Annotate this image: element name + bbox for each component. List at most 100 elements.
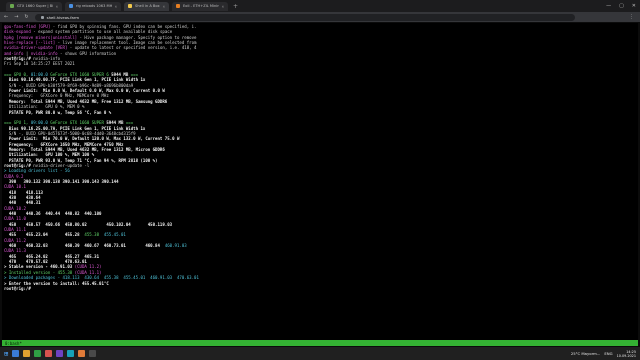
site-favicon-icon [69, 4, 73, 8]
browser-menu-icon[interactable]: ⋮ [629, 14, 634, 20]
terminal-text-segment: === GPU 1, [4, 120, 31, 126]
minimize-icon[interactable]: — [606, 3, 611, 9]
tab-title: Shell in A Box [135, 4, 160, 8]
terminal-text-segment: GeForce GTX 1660 SUPER 6 [47, 72, 112, 78]
lock-icon [40, 15, 44, 19]
terminal-text-segment: Power Limit: Min 0.0 W, Default 0.0 W, M… [4, 88, 153, 94]
terminal-text-segment: - expand system partition to use all ava… [30, 29, 173, 35]
terminal-text-segment: (CUDA 11.2) [74, 264, 102, 270]
browser-tab-active[interactable]: Shell in A Box × [124, 1, 170, 11]
terminal-text-segment: PSTATE P0, PWR 93.0 W, Temp 71 °C, Fan 9… [4, 157, 158, 163]
url-text: shell.hiveos.farm [46, 14, 80, 20]
taskbar-app-icon[interactable] [89, 350, 97, 357]
terminal-text-segment: - live image replacement tool. Image can… [55, 40, 197, 46]
tab-title: GTX 1660 Super | Bitcoin [17, 4, 53, 8]
terminal-text-segment: (CUDA 11.1) [74, 269, 102, 275]
window-controls: — ▢ ✕ [606, 0, 636, 12]
terminal-text-segment: CUDA 9.2 [4, 173, 24, 179]
terminal-text-segment: > Installed version - 455.38 [4, 269, 75, 275]
system-tray: 25°C Mayorm... ENG 14:25 10.09.2021 [571, 347, 636, 360]
terminal-text-segment: - Hive package manager. Specify option t… [77, 34, 197, 40]
taskbar-app-icon[interactable] [34, 350, 42, 357]
close-tab-icon[interactable]: × [163, 4, 165, 9]
terminal-text-segment: Memory: Total 5944 MB, Used 4632 MB, Fre… [4, 98, 168, 104]
terminal-text-segment: Utilization: GPU 100 %, MEM 100 % [4, 152, 95, 158]
terminal-text-segment: 460 460.32.03 460.39 460.67 460.73.01 46… [4, 243, 165, 249]
terminal-output[interactable]: gpu-fans-find [GPU] - find GPU by spinni… [2, 23, 638, 345]
terminal-text-segment: 430 430.64 [4, 195, 41, 200]
terminal-text-segment: Power Limit: Min 70.0 W, Default 120.0 W… [4, 136, 180, 142]
terminal-text-segment: 455 455.23.04 455.28 [4, 232, 85, 238]
terminal-text-segment: 418 418.113 [4, 189, 43, 195]
terminal-text-segment: 455.45.01 [99, 232, 126, 238]
browser-tab-strip: GTX 1660 Super | Bitcoin × rig reloads 1… [0, 0, 640, 12]
terminal-text-segment: root@rig:/# [4, 162, 34, 168]
status-text: 0:bash* [5, 340, 22, 346]
terminal-text-segment: - find GPU by spinning fans. GPU index c… [50, 24, 197, 29]
terminal-text-segment: > Enter the version to install: 455.45.0… [4, 280, 104, 286]
terminal-text-segment: S/N -, UUID GPU-0d57673f-5000-0c68-4dd0-… [4, 130, 136, 136]
maximize-icon[interactable]: ▢ [619, 3, 624, 9]
terminal-text-segment: 460.91.03 [164, 243, 187, 249]
terminal-text-segment: PSTATE P0, PWR 80.0 w, Temp 56 °C, Fan 0… [4, 109, 112, 115]
tmux-status-bar: 0:bash* [2, 340, 638, 346]
terminal-text-segment: 0.0 W [152, 88, 165, 94]
terminal-text-segment: nvidia-driver-update [VER] [4, 45, 68, 51]
terminal-text-segment: 09:00.0 [30, 120, 48, 126]
clock-date: 10.09.2021 [616, 353, 636, 358]
terminal-text-segment: 01:00.0 [30, 72, 48, 78]
terminal-text-segment: CUDA 11.2 [4, 237, 26, 243]
weather-text[interactable]: 25°C Mayorm... [571, 351, 601, 356]
close-tab-icon[interactable]: × [222, 4, 224, 9]
terminal-text-segment: amd-info [4, 50, 24, 56]
terminal-text-segment: 390 390.132 390.138 390.141 390.143 390.… [4, 178, 119, 184]
terminal-text-segment: Utilization: GPU 0 %, MEM 0 % [4, 104, 85, 110]
terminal-text-segment: === [123, 120, 134, 126]
close-tab-icon[interactable]: × [115, 4, 117, 9]
close-window-icon[interactable]: ✕ [632, 3, 636, 9]
taskbar-app-icon[interactable] [45, 350, 53, 357]
terminal-text-segment: S/N -, UUID GPU-b30f579-8f69-b96c-9d89-a… [4, 82, 134, 88]
taskbar-app-icon[interactable] [56, 350, 64, 357]
browser-tab[interactable]: rig reloads 1063 MH/s - Hi × [65, 1, 121, 11]
site-favicon-icon [128, 4, 132, 8]
terminal-text-segment: root@rig:/# [4, 56, 34, 62]
terminal-text-segment: nvidia-info [33, 56, 61, 62]
terminal-text-segment: CUDA 10.2 [4, 205, 26, 211]
terminal-text-segment: - update to latest or specified version,… [67, 45, 197, 51]
terminal-text-segment: 455.38 [84, 232, 100, 238]
browser-tab[interactable]: GTX 1660 Super | Bitcoin × [6, 1, 62, 11]
terminal-text-segment: CUDA 11.0 [4, 216, 26, 222]
terminal-text-segment: Bios 90.16.49.00.7F, PCIE Link Gen 1, PC… [4, 77, 146, 83]
address-bar-row: ← → ↻ shell.hiveos.farm ⋮ [0, 12, 640, 22]
terminal-text-segment: Frequency: GFXCore 0 MHz, MEMCore 0 MHz [4, 93, 109, 99]
taskbar-app-icon[interactable] [67, 350, 75, 357]
terminal-text-segment: - shows GPU information [57, 50, 117, 56]
url-field[interactable]: shell.hiveos.farm [34, 13, 575, 21]
language-indicator[interactable]: ENG [604, 351, 612, 356]
terminal-text-segment: > Downloaded packages - 418.113 430.64 4… [4, 275, 199, 281]
site-favicon-icon [176, 4, 181, 8]
terminal-text-segment: Bios 90.16.25.00.7A, PCIE Link Gen 1, PC… [4, 125, 146, 131]
clock[interactable]: 14:25 10.09.2021 [617, 350, 636, 358]
taskbar-app-icon[interactable] [12, 350, 20, 357]
terminal-text-segment: 440 440.36 440.44 440.82 440.100 [4, 211, 102, 217]
terminal-text-segment: root@rig:/# [4, 285, 34, 291]
reload-icon[interactable]: ↻ [24, 14, 28, 20]
tab-title: Eoli - ETH+ZIL Mining [183, 4, 219, 8]
back-icon[interactable]: ← [4, 14, 8, 20]
terminal-text-segment: 465 465.24.02 465.27 465.31 [4, 253, 100, 259]
browser-tab[interactable]: Eoli - ETH+ZIL Mining × [172, 1, 229, 11]
terminal-text-segment: > Stable version - 460.91.03 [4, 264, 75, 270]
close-tab-icon[interactable]: × [56, 4, 58, 9]
terminal-text-segment: > Loading drivers list - 56 [4, 168, 70, 174]
terminal-text-segment: nvidia-info [30, 50, 58, 56]
terminal-text-segment: 5944 MB [106, 120, 124, 126]
terminal-text-segment: CUDA 11.3 [4, 248, 26, 254]
forward-icon[interactable]: → [14, 14, 18, 20]
new-tab-button[interactable]: + [233, 3, 238, 10]
start-icon[interactable]: ⊞ [4, 350, 8, 358]
taskbar-app-icon[interactable] [78, 350, 86, 357]
windows-taskbar: ⊞ [0, 347, 640, 360]
taskbar-app-icon[interactable] [23, 350, 31, 357]
